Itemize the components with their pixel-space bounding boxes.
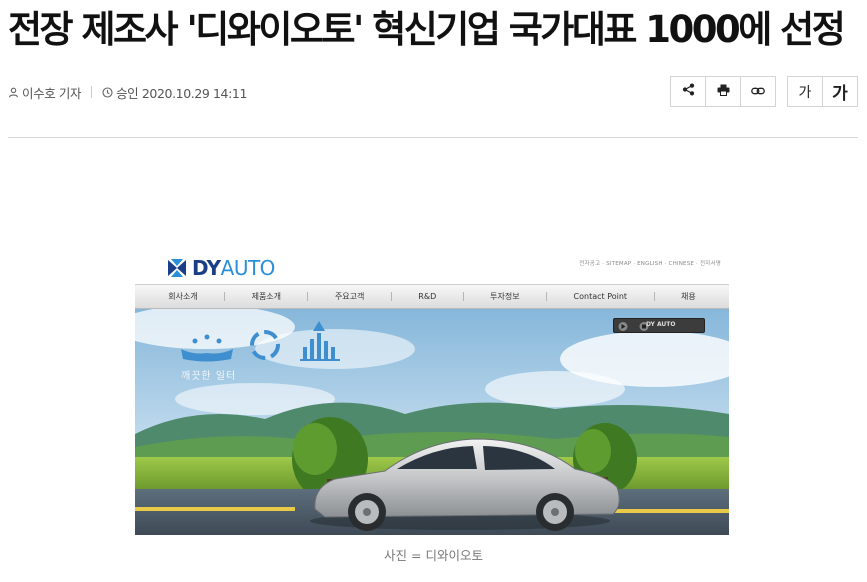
share-button[interactable]: [670, 76, 706, 107]
photo-player-label: DY AUTO: [646, 321, 676, 328]
clock-icon: [102, 86, 113, 98]
print-icon: [717, 84, 730, 100]
photo-nav-item: 회사소개: [168, 292, 198, 301]
article-photo: DYAUTO 전자공고 · SITEMAP · ENGLISH · CHINES…: [135, 248, 729, 535]
landscape-car-illustration: [135, 305, 729, 535]
font-size-toolbar: 가 가: [787, 76, 858, 107]
font-decrease-button[interactable]: 가: [787, 76, 823, 107]
dyauto-logo: DYAUTO: [167, 256, 275, 280]
article-share-toolbar: [670, 76, 776, 107]
header-divider: [8, 137, 858, 138]
photo-nav-item: 투자정보: [490, 292, 520, 301]
photo-nav-item: R&D: [418, 292, 437, 301]
print-button[interactable]: [705, 76, 741, 107]
photo-site-nav: 회사소개 제품소개 주요고객 R&D 투자정보 Contact Point 채용: [135, 284, 729, 309]
photo-scene-label: 깨끗한 일터: [181, 371, 237, 382]
photo-caption: 사진 = 디와이오토: [384, 548, 483, 563]
photo-nav-item: Contact Point: [573, 292, 628, 301]
font-increase-button[interactable]: 가: [822, 76, 858, 107]
author-name[interactable]: 이수호 기자: [22, 83, 81, 102]
photo-util-links: 전자공고 · SITEMAP · ENGLISH · CHINESE · 전자서…: [579, 261, 721, 267]
article-meta: 이수호 기자 승인 2020.10.29 14:11: [8, 82, 247, 102]
photo-scene: DY AUTO 깨끗한 일터: [135, 305, 729, 535]
author-info: 이수호 기자: [8, 83, 81, 102]
copy-link-button[interactable]: [740, 76, 776, 107]
meta-divider: [91, 86, 93, 98]
photo-site-header: DYAUTO 전자공고 · SITEMAP · ENGLISH · CHINES…: [135, 248, 729, 284]
photo-nav-item: 주요고객: [334, 292, 365, 301]
dyauto-logo-mark-icon: [168, 259, 186, 277]
person-icon: [8, 87, 19, 98]
share-icon: [682, 83, 695, 100]
photo-nav-item: 채용: [680, 292, 696, 301]
approval-info: 승인 2020.10.29 14:11: [102, 83, 247, 102]
photo-nav-item: 제품소개: [251, 292, 282, 301]
approval-datetime: 승인 2020.10.29 14:11: [116, 85, 248, 101]
link-icon: [751, 84, 765, 100]
article-headline: 전장 제조사 '디와이오토' 혁신기업 국가대표 1000에 선정: [8, 8, 846, 51]
dyauto-logo-text: DYAUTO: [192, 256, 275, 280]
